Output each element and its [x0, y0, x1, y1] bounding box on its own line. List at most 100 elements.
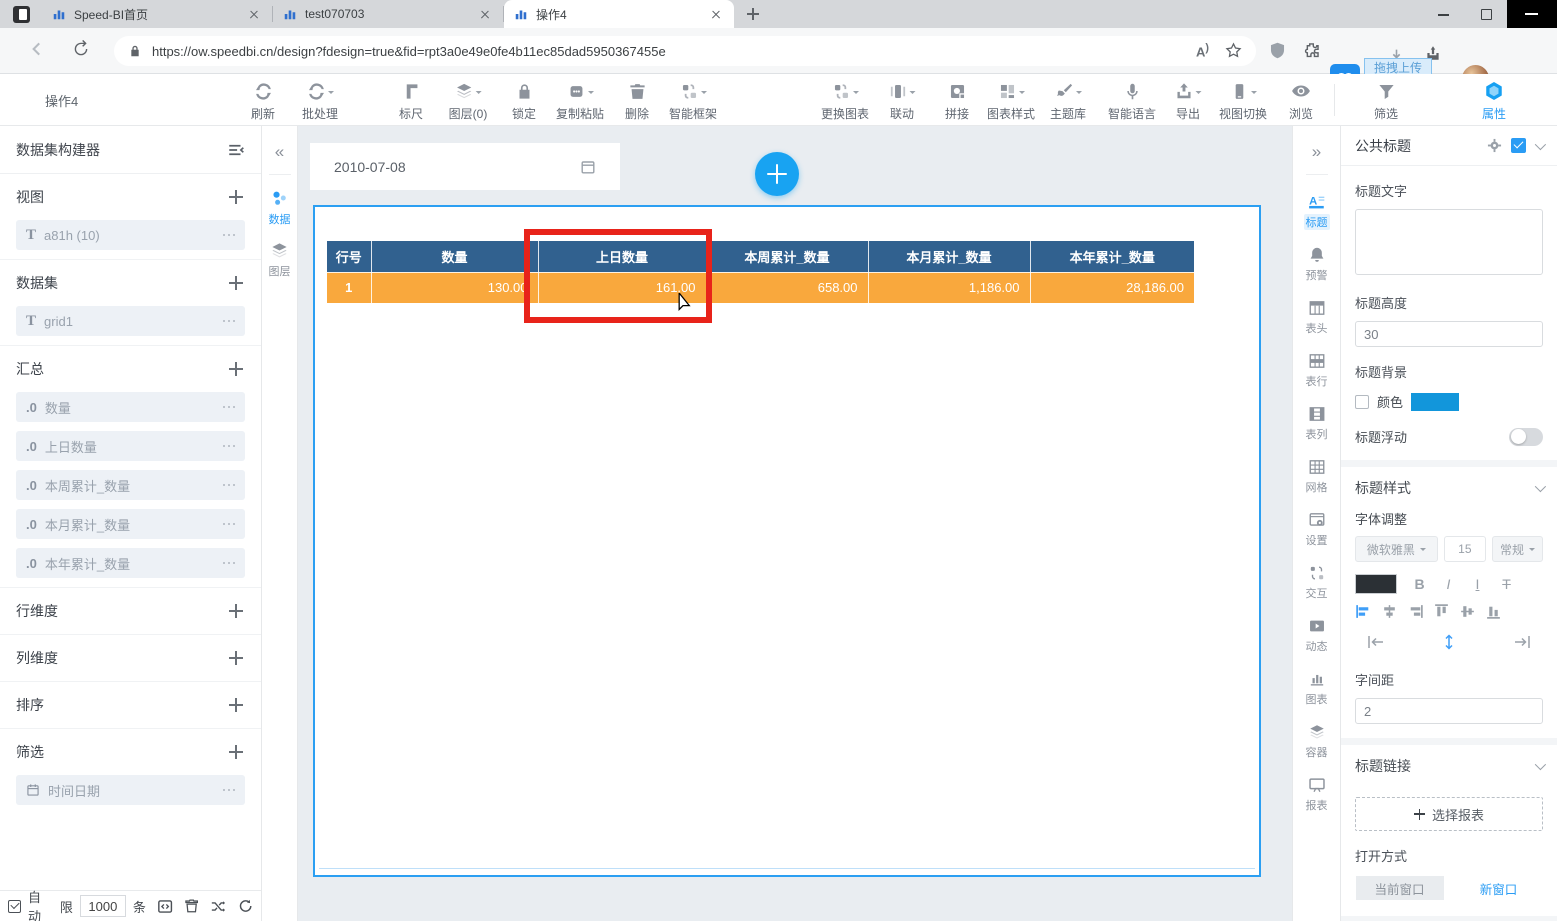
cell-row-number[interactable]: 1	[327, 272, 372, 303]
restore-button[interactable]	[1465, 0, 1507, 28]
collapse-list-icon[interactable]	[227, 141, 245, 159]
aggregate-item[interactable]: .0 本年累计_数量	[16, 548, 245, 578]
security-shield-icon[interactable]	[1268, 41, 1287, 60]
strip-tab-chart[interactable]: 图表	[1293, 662, 1340, 715]
gear-icon[interactable]	[1487, 138, 1502, 153]
smart-voice-button[interactable]: 智能语言	[1108, 81, 1156, 122]
col-header[interactable]: 行号	[327, 241, 372, 273]
font-weight-select[interactable]: 常规	[1492, 536, 1543, 562]
favorites-star-icon[interactable]	[1225, 42, 1242, 59]
site-lock-icon[interactable]	[128, 44, 142, 58]
view-item[interactable]: T a81h (10)	[16, 220, 245, 250]
strip-tab-alert[interactable]: 预警	[1293, 238, 1340, 291]
filter-button[interactable]: 筛选	[1374, 81, 1398, 122]
add-sort-button[interactable]	[227, 696, 245, 714]
open-current-window-option[interactable]: 当前窗口	[1355, 876, 1444, 900]
url-field[interactable]: https://ow.speedbi.cn/design?fdesign=tru…	[114, 36, 1256, 66]
select-report-button[interactable]: 选择报表	[1355, 797, 1543, 831]
window-menu-icon[interactable]	[13, 6, 30, 23]
open-new-window-option[interactable]: 新窗口	[1455, 876, 1543, 900]
more-options-icon[interactable]	[222, 561, 235, 565]
font-color-swatch[interactable]	[1355, 574, 1397, 594]
lock-button[interactable]: 锁定	[512, 81, 536, 122]
design-canvas[interactable]: 2010-07-08 行号 数量 上日数量 本周累计_数量 本月累计_数量 本年…	[298, 126, 1292, 921]
minimize-button[interactable]	[1423, 0, 1465, 28]
collapse-panel-icon[interactable]: «	[262, 142, 297, 162]
strip-tab-settings[interactable]: 设置	[1293, 503, 1340, 556]
enable-title-checkbox[interactable]	[1511, 138, 1526, 153]
strip-tab-table-rows[interactable]: 表行	[1293, 344, 1340, 397]
bg-color-swatch[interactable]	[1411, 392, 1460, 411]
more-options-icon[interactable]	[222, 522, 235, 526]
properties-button[interactable]: 属性	[1482, 81, 1506, 122]
more-options-icon[interactable]	[222, 483, 235, 487]
cell-value[interactable]: 130.00	[371, 272, 539, 303]
strip-tab-container[interactable]: 容器	[1293, 715, 1340, 768]
delete-button[interactable]: 删除	[625, 81, 649, 122]
data-table[interactable]: 行号 数量 上日数量 本周累计_数量 本月累计_数量 本年累计_数量 1 130…	[327, 241, 1194, 303]
copy-paste-button[interactable]: 复制粘贴	[556, 81, 604, 122]
title-height-input[interactable]	[1355, 321, 1543, 347]
title-text-input[interactable]	[1355, 209, 1543, 275]
add-aggregate-button[interactable]	[227, 360, 245, 378]
clear-trash-icon[interactable]	[184, 898, 199, 914]
underline-icon[interactable]: I	[1465, 572, 1490, 596]
strip-tab-layers[interactable]: 图层	[262, 241, 297, 279]
batch-button[interactable]: 批处理	[302, 81, 338, 122]
strip-tab-table-cols[interactable]: 表列	[1293, 397, 1340, 450]
shuffle-icon[interactable]	[210, 898, 226, 915]
new-tab-button[interactable]	[740, 1, 766, 27]
more-options-icon[interactable]	[222, 233, 235, 237]
export-button[interactable]: 导出	[1175, 81, 1202, 122]
chart-style-button[interactable]: 图表样式	[987, 81, 1035, 122]
align-top-icon[interactable]	[1433, 603, 1450, 620]
theme-library-button[interactable]: 主题库	[1050, 81, 1086, 122]
strikethrough-icon[interactable]: T	[1494, 572, 1519, 596]
calendar-icon[interactable]	[580, 159, 596, 175]
more-options-icon[interactable]	[222, 444, 235, 448]
close-tab-icon[interactable]	[246, 6, 262, 22]
font-family-select[interactable]: 微软雅黑	[1355, 536, 1438, 562]
layers-button[interactable]: 图层(0)	[449, 81, 487, 122]
smart-frame-button[interactable]: 智能框架	[669, 81, 717, 122]
limit-input[interactable]	[79, 895, 126, 917]
linkage-button[interactable]: 联动	[889, 81, 916, 122]
aggregate-item[interactable]: .0 上日数量	[16, 431, 245, 461]
more-options-icon[interactable]	[222, 405, 235, 409]
vertical-stretch-icon[interactable]	[1442, 634, 1456, 650]
aggregate-item[interactable]: .0 本周累计_数量	[16, 470, 245, 500]
add-col-dimension-button[interactable]	[227, 649, 245, 667]
back-icon[interactable]	[28, 40, 46, 58]
bg-color-checkbox[interactable]	[1355, 394, 1369, 409]
align-center-icon[interactable]	[1381, 603, 1398, 620]
align-bottom-icon[interactable]	[1485, 603, 1502, 620]
more-options-icon[interactable]	[222, 319, 235, 323]
chevron-down-icon[interactable]	[1534, 138, 1547, 150]
indent-end-icon[interactable]	[1513, 635, 1531, 649]
align-left-icon[interactable]	[1355, 603, 1372, 620]
col-header-highlighted[interactable]: 上日数量	[538, 241, 707, 273]
chevron-down-icon[interactable]	[1534, 480, 1547, 493]
close-button[interactable]	[1507, 0, 1557, 28]
col-header[interactable]: 本月累计_数量	[868, 241, 1031, 273]
more-options-icon[interactable]	[222, 788, 235, 792]
dataset-item[interactable]: T grid1	[16, 306, 245, 336]
aggregate-item[interactable]: .0 本月累计_数量	[16, 509, 245, 539]
view-switch-button[interactable]: 视图切换	[1219, 81, 1267, 122]
merge-button[interactable]: 拼接	[945, 81, 969, 122]
strip-tab-table-head[interactable]: 表头	[1293, 291, 1340, 344]
strip-tab-data[interactable]: 数据	[262, 189, 297, 227]
read-aloud-icon[interactable]: A)	[1196, 42, 1209, 59]
reload-icon[interactable]	[72, 40, 90, 58]
cell-value[interactable]: 1,186.00	[868, 272, 1031, 303]
add-filter-button[interactable]	[227, 743, 245, 761]
preview-button[interactable]: 浏览	[1289, 81, 1313, 122]
close-tab-icon[interactable]	[477, 6, 493, 22]
align-right-icon[interactable]	[1407, 603, 1424, 620]
bold-icon[interactable]: B	[1407, 572, 1432, 596]
cell-value[interactable]: 658.00	[706, 272, 869, 303]
date-filter-widget[interactable]: 2010-07-08	[310, 143, 620, 190]
strip-tab-title[interactable]: A 标题	[1293, 185, 1340, 238]
refresh-button[interactable]: 刷新	[251, 81, 275, 122]
title-float-toggle[interactable]	[1509, 427, 1543, 446]
